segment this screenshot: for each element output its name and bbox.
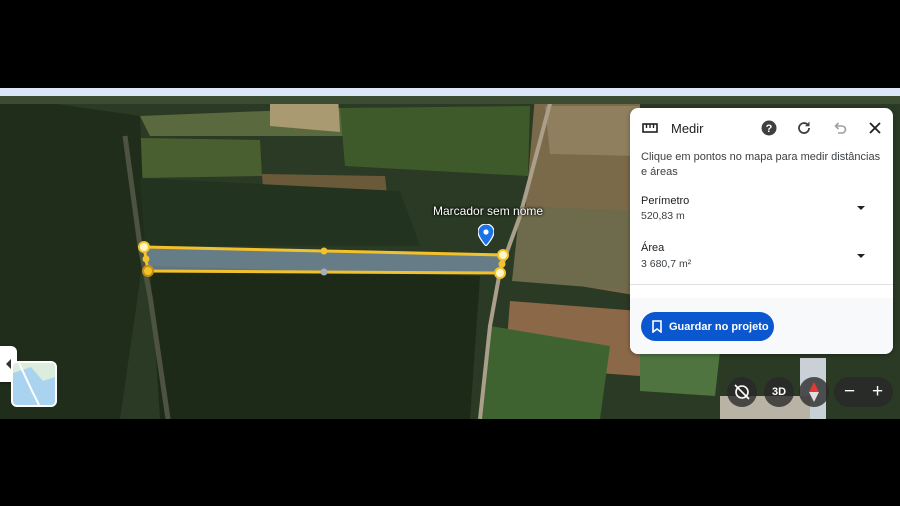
undo-icon [834, 122, 847, 134]
bookmark-icon [652, 320, 662, 333]
chevron-down-icon[interactable] [857, 254, 865, 258]
rotate-disabled-icon [734, 384, 750, 400]
panel-header: Medir ? [630, 108, 893, 148]
perimeter-label: Perímetro [641, 195, 690, 207]
measure-instructions: Clique em pontos no mapa para medir dist… [641, 151, 881, 178]
map-preview-icon [13, 363, 55, 405]
svg-text:?: ? [766, 123, 773, 135]
map-pin-icon[interactable] [478, 224, 494, 246]
map-type-thumbnail[interactable] [11, 361, 57, 407]
measure-panel: Medir ? Clique em pontos no mapa para me… [630, 108, 893, 354]
close-icon [869, 122, 881, 134]
ruler-icon [642, 123, 658, 133]
area-label: Área [641, 242, 665, 254]
chevron-down-icon[interactable] [857, 206, 865, 210]
panel-footer: Guardar no projeto [630, 298, 893, 354]
compass-icon [809, 382, 819, 402]
refresh-icon [798, 121, 810, 134]
save-button-label: Guardar no projeto [669, 320, 769, 333]
marker-label: Marcador sem nome [433, 204, 544, 218]
3d-toggle-button[interactable]: 3D [764, 377, 794, 407]
save-to-project-button[interactable]: Guardar no projeto [641, 312, 774, 341]
perimeter-value: 520,83 m [641, 210, 685, 222]
zoom-out-button[interactable]: − [835, 380, 864, 404]
help-button[interactable]: ? [759, 118, 779, 138]
area-value: 3 680,7 m² [641, 258, 692, 270]
compass-button[interactable] [799, 377, 829, 407]
undo-button[interactable] [830, 118, 850, 138]
tilt-reset-button[interactable] [727, 377, 757, 407]
zoom-in-button[interactable]: + [863, 380, 892, 404]
panel-title: Medir [671, 121, 704, 136]
help-icon: ? [761, 120, 777, 136]
reset-button[interactable] [794, 118, 814, 138]
zoom-controls: − + [834, 377, 893, 407]
close-button[interactable] [865, 118, 885, 138]
divider [630, 284, 893, 285]
browser-top-strip [0, 88, 900, 96]
